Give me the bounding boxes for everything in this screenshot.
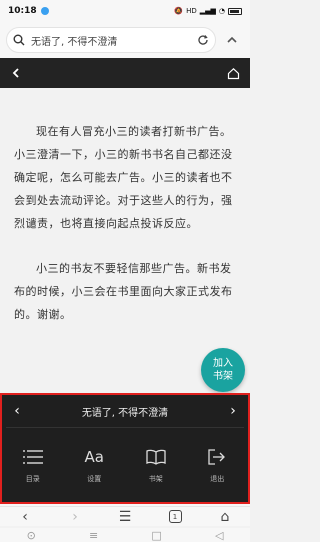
menu-icon[interactable]: ☰ xyxy=(113,505,137,529)
add-to-bookshelf-button[interactable]: 加入书架 xyxy=(201,348,245,392)
system-back-icon[interactable]: ◁ xyxy=(215,529,223,542)
back-icon[interactable] xyxy=(10,67,22,79)
system-menu-icon[interactable]: ≡ xyxy=(89,529,98,542)
bookshelf-label: 书架 xyxy=(148,475,163,483)
exit-button[interactable]: 退出 xyxy=(187,428,249,502)
refresh-icon[interactable] xyxy=(197,34,209,46)
bookshelf-button[interactable]: 书架 xyxy=(125,428,187,502)
reader-content: 现在有人冒充小三的读者打新书广告。小三澄清一下，小三的新书书名自己都还没确定呢，… xyxy=(0,88,250,395)
settings-button[interactable]: Aa 设置 xyxy=(64,428,126,502)
add-to-bookshelf-label: 加入书架 xyxy=(213,358,233,382)
chapter-title: 无语了, 不得不澄清 xyxy=(81,407,169,419)
chapter-nav: ‹ 无语了, 不得不澄清 › xyxy=(2,395,248,427)
toc-button[interactable]: 目录 xyxy=(2,428,64,502)
tab-count: 1 xyxy=(168,510,182,523)
search-input[interactable]: 无语了, 不得不澄清 xyxy=(6,27,216,53)
content-paragraph: 小三的书友不要轻信那些广告。新书发布的时候，小三会在书里面向大家正式发布的。谢谢… xyxy=(14,262,233,321)
book-icon xyxy=(146,446,166,468)
reader-top-bar xyxy=(0,58,250,88)
system-nav-bar: ⊙ ≡ □ ◁ xyxy=(0,528,250,542)
search-text: 无语了, 不得不澄清 xyxy=(31,36,118,48)
previous-chapter-icon[interactable]: ‹ xyxy=(10,403,24,419)
browser-home-icon[interactable]: ⌂ xyxy=(213,505,237,529)
exit-icon xyxy=(208,446,226,468)
network-type: HD xyxy=(186,7,197,15)
wifi-icon: ◔ xyxy=(218,7,225,15)
exit-label: 退出 xyxy=(210,475,225,483)
content-paragraph: 现在有人冒充小三的读者打新书广告。小三澄清一下，小三的新书书名自己都还没确定呢，… xyxy=(14,125,233,230)
signal-icon: ▂▄▆ xyxy=(199,7,216,15)
toc-label: 目录 xyxy=(25,475,40,483)
more-options-icon[interactable] xyxy=(222,30,242,50)
next-chapter-icon[interactable]: › xyxy=(226,403,240,419)
app-notification-icon xyxy=(40,7,49,15)
browser-toolbar: ‹ › ☰ 1 ⌂ xyxy=(0,506,250,526)
browser-search-row: 无语了, 不得不澄清 xyxy=(0,22,250,58)
reader-tools: 目录 Aa 设置 书架 退出 xyxy=(2,428,248,502)
status-time: 10:18 xyxy=(8,6,37,16)
settings-label: 设置 xyxy=(87,475,102,483)
browser-back-icon[interactable]: ‹ xyxy=(13,505,37,529)
tabs-button[interactable]: 1 xyxy=(163,505,187,529)
system-assistant-icon[interactable]: ⊙ xyxy=(27,529,36,542)
system-home-icon[interactable]: □ xyxy=(151,529,161,542)
font-settings-icon: Aa xyxy=(84,448,104,466)
search-icon xyxy=(13,34,25,46)
list-icon xyxy=(22,446,43,468)
status-bar: 10:18 🔕 HD ▂▄▆ ◔ xyxy=(0,0,250,22)
mute-icon: 🔕 xyxy=(174,7,184,15)
home-icon[interactable] xyxy=(227,67,240,80)
status-icons: 🔕 HD ▂▄▆ ◔ xyxy=(174,7,242,15)
browser-forward-icon[interactable]: › xyxy=(63,505,87,529)
battery-icon xyxy=(228,7,242,15)
reader-control-panel: ‹ 无语了, 不得不澄清 › 目录 Aa 设置 书架 退出 xyxy=(0,393,250,504)
